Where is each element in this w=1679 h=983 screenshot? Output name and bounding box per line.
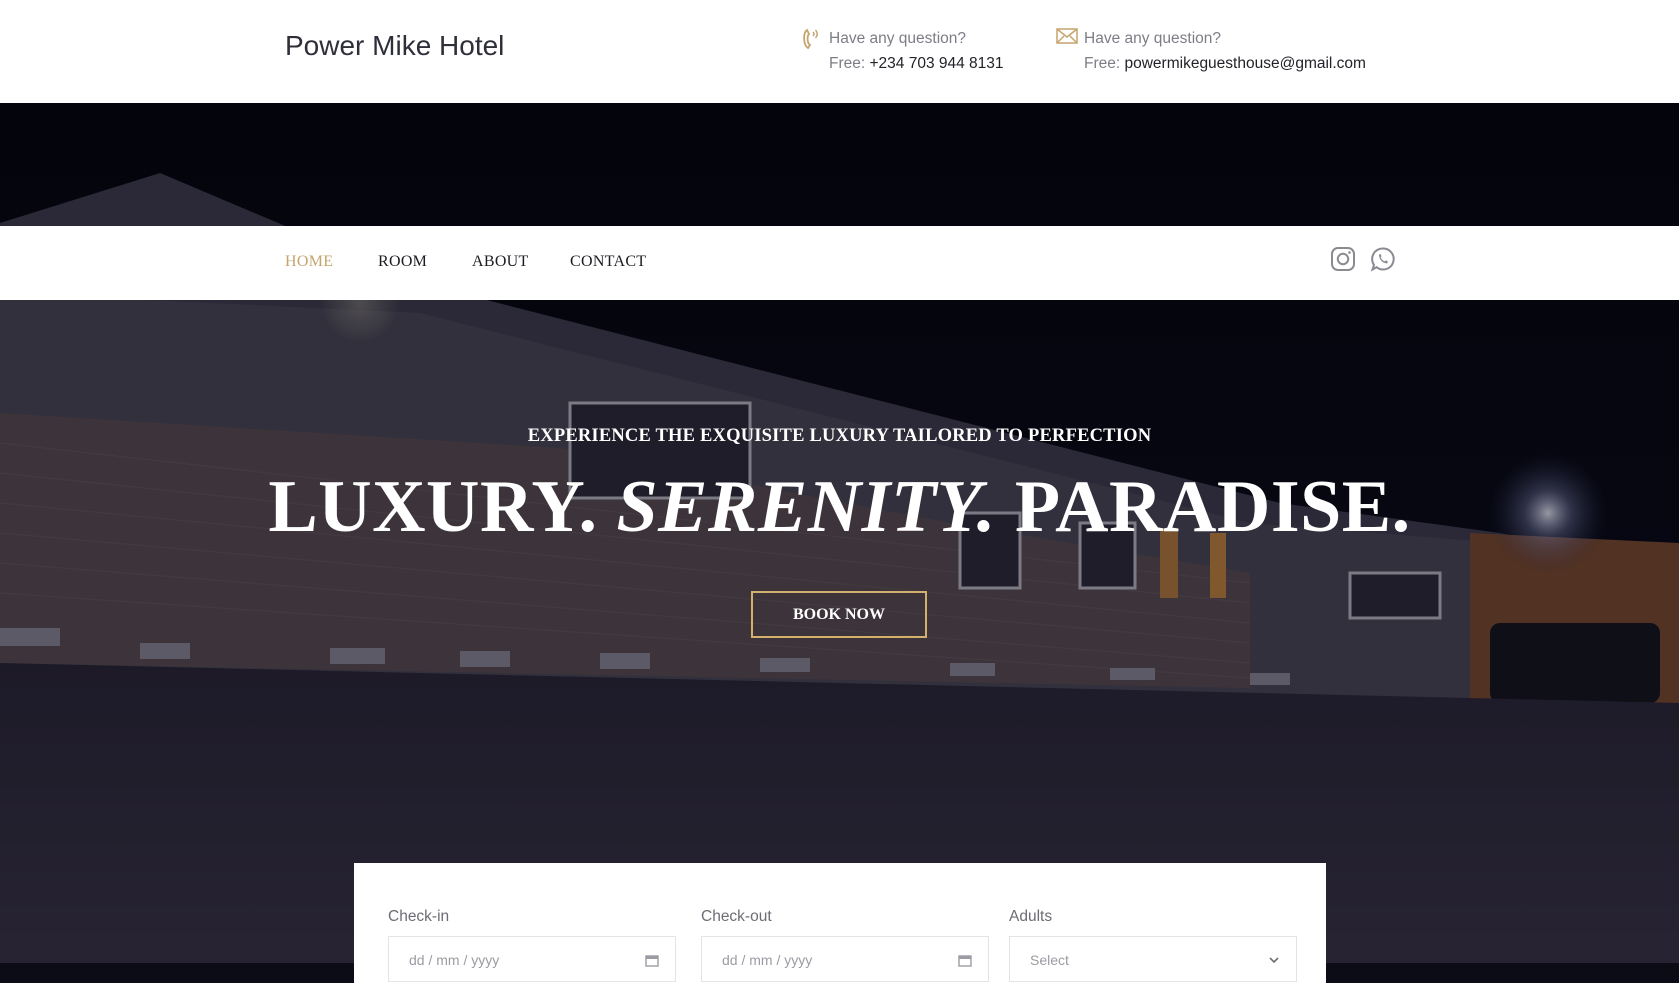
main-nav: HOME ROOM ABOUT CONTACT [0,226,1679,300]
top-header: Power Mike Hotel Have any question? Free… [0,0,1679,103]
book-now-button[interactable]: BOOK NOW [751,591,927,638]
nav-item-home[interactable]: HOME [285,253,333,271]
headline-part-luxury: LUXURY. [268,466,598,548]
phone-line: Free: +234 703 944 8131 [829,51,1004,76]
booking-form: Check-in dd / mm / yyyy Check-out dd / m… [354,863,1326,983]
instagram-icon[interactable] [1330,246,1356,277]
email-question: Have any question? [1084,30,1222,47]
phone-prefix: Free: [829,55,866,72]
adults-label: Adults [1009,908,1053,925]
checkin-label: Check-in [388,908,450,925]
calendar-icon [958,953,972,970]
headline-part-paradise: PARADISE. [1014,466,1411,548]
phone-contact: Have any question? Free: +234 703 944 81… [803,26,1004,76]
phone-question: Have any question? [829,30,967,47]
hero-headline: LUXURY. SERENITY. PARADISE. [0,465,1679,550]
phone-icon [801,27,821,59]
email-line: Free: powermikeguesthouse@gmail.com [1084,51,1366,76]
email-address[interactable]: powermikeguesthouse@gmail.com [1125,55,1366,72]
nav-item-contact[interactable]: CONTACT [570,253,646,271]
email-contact: Have any question? Free: powermikeguesth… [1056,26,1366,76]
checkin-field[interactable]: dd / mm / yyyy [388,936,676,982]
checkin-placeholder: dd / mm / yyyy [409,952,500,968]
whatsapp-icon[interactable] [1370,246,1396,277]
phone-number[interactable]: +234 703 944 8131 [870,55,1004,72]
hero-tagline: EXPERIENCE THE EXQUISITE LUXURY TAILORED… [527,426,1152,446]
nav-item-about[interactable]: ABOUT [472,253,529,271]
checkout-label: Check-out [701,908,772,925]
adults-select[interactable]: Select [1009,936,1297,982]
adults-value: Select [1030,952,1069,968]
checkout-placeholder: dd / mm / yyyy [722,952,813,968]
headline-part-serenity: SERENITY. [616,466,996,548]
brand-name[interactable]: Power Mike Hotel [285,30,504,62]
nav-item-room[interactable]: ROOM [378,253,427,271]
checkout-field[interactable]: dd / mm / yyyy [701,936,989,982]
chevron-down-icon [1268,953,1280,969]
mail-icon [1056,27,1078,53]
calendar-icon [645,953,659,970]
email-prefix: Free: [1084,55,1121,72]
